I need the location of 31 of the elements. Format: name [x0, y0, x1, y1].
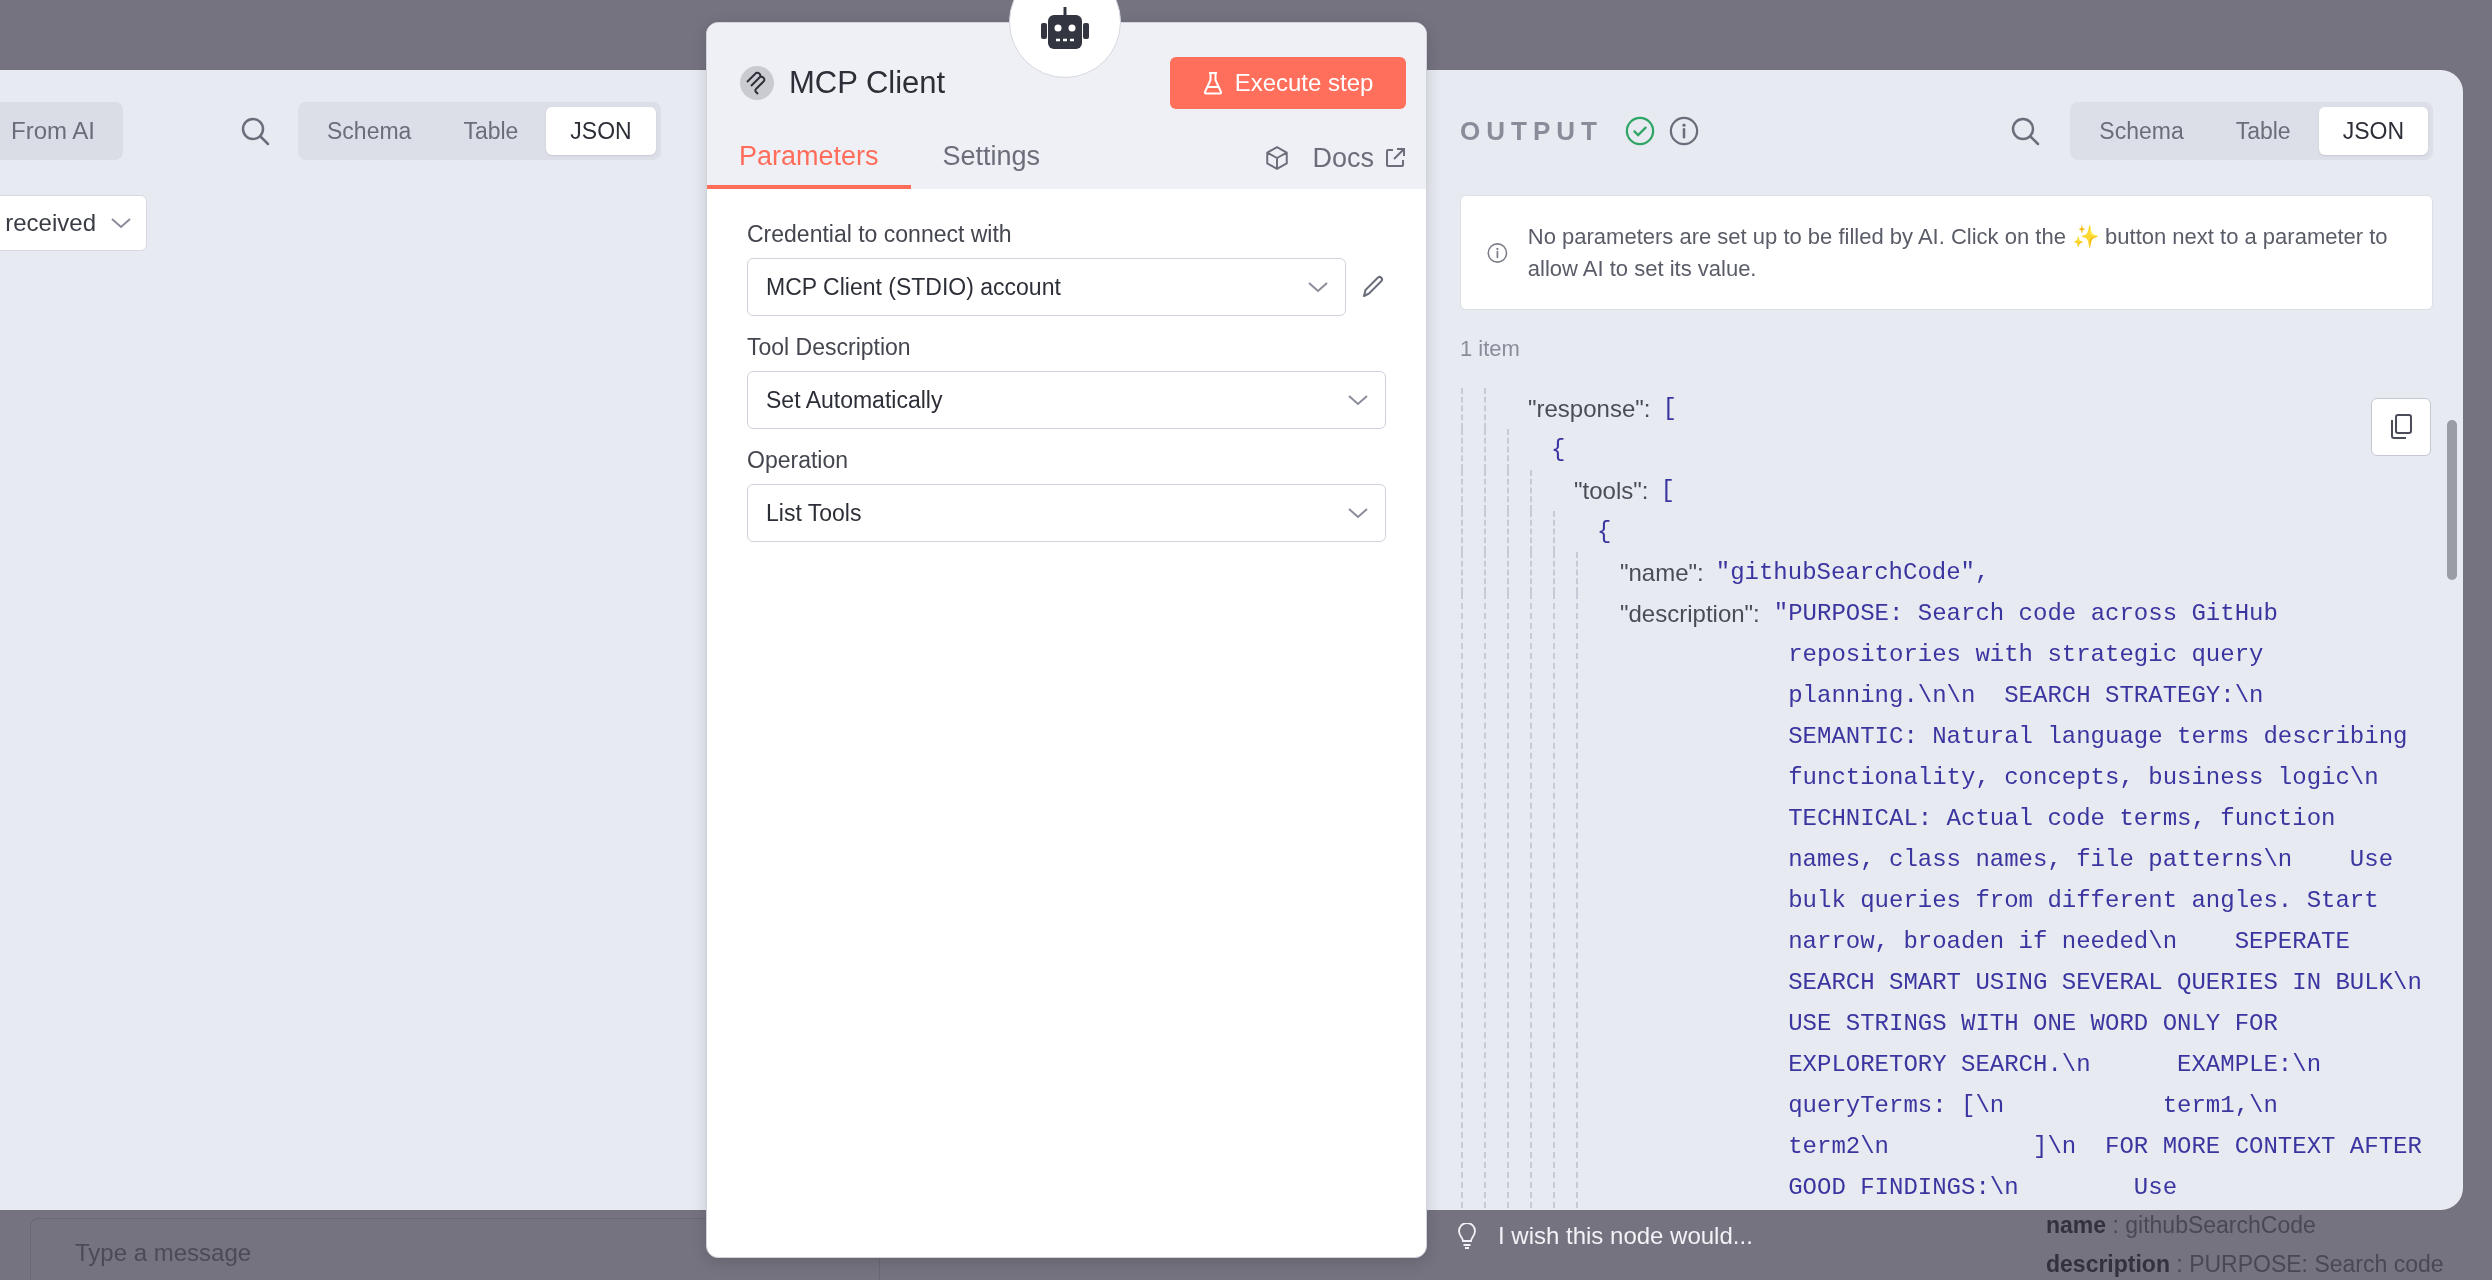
json-string-value: queryTerms: [\n term1,\n [1787, 1091, 2279, 1121]
notice-text: No parameters are set up to be filled by AI. Click on the ✨ button next to a parameter to allow AI to set its value. [1527, 222, 2389, 283]
json-value: [ [1660, 476, 1675, 506]
json-string-value: USE STRINGS WITH ONE WORD ONLY FOR [1787, 1009, 2279, 1039]
item-count: 1 item [1460, 336, 1521, 362]
field-label: Credential to connect with [747, 221, 1013, 248]
json-string-value: EXPLORETORY SEARCH.\n EXAMPLE:\n [1787, 1050, 2323, 1080]
json-key: "response": [1528, 388, 1651, 429]
json-string-value: narrow, broaden if needed\n SEPERATE [1787, 927, 2351, 957]
json-string-value: TECHNICAL: Actual code terms, function [1787, 804, 2337, 834]
json-value: { [1597, 517, 1612, 547]
json-string-value: SEARCH SMART USING SEVERAL QUERIES IN BULK\n [1787, 968, 2422, 998]
json-string-value: GOOD FINDINGS:\n Use [1787, 1173, 2179, 1203]
json-key: "tools": [1574, 470, 1649, 511]
json-string-value: names, class names, file patterns\n Use [1787, 845, 2395, 875]
json-string-value: "PURPOSE: Search code across GitHub [1773, 599, 2279, 629]
json-key: "description": [1620, 593, 1760, 1208]
json-string-value: functionality, concepts, business logic\n [1787, 763, 2380, 793]
json-value: { [1551, 435, 1566, 465]
json-string-value: repositories with strategic query [1787, 640, 2265, 670]
output-title: OUTPUT [1460, 115, 1603, 147]
json-string-value: planning.\n\n SEARCH STRATEGY:\n [1787, 681, 2265, 711]
node-title: MCP Client [789, 65, 946, 101]
json-key: "name": [1620, 552, 1704, 593]
field-label: Tool Description [747, 334, 912, 361]
json-value: [ [1662, 394, 1677, 424]
field-label: Operation [747, 447, 849, 474]
json-string-value: bulk queries from different angles. Start [1787, 886, 2380, 916]
json-string-value: SEMANTIC: Natural language terms describing [1787, 722, 2409, 752]
json-string-value: term2\n ]\n FOR MORE CONTEXT AFTER [1787, 1132, 2422, 1162]
json-value: "githubSearchCode", [1715, 558, 1990, 588]
